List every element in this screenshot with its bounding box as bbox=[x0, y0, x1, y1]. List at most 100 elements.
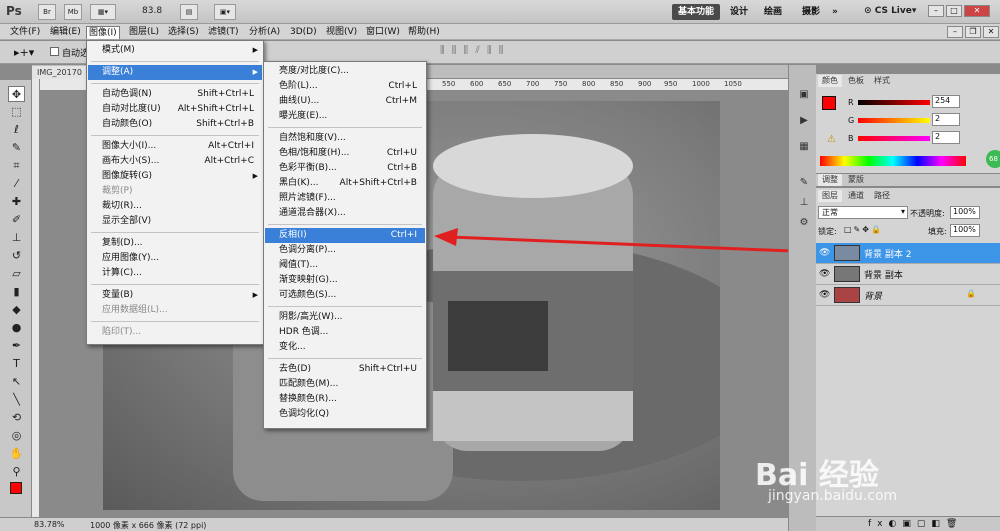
move-tool-preset-icon[interactable]: ▸+▾ bbox=[14, 46, 34, 59]
menu-item[interactable]: 替换颜色(R)... bbox=[265, 392, 425, 407]
move-tool-icon[interactable]: ✥ bbox=[8, 86, 25, 102]
menu-layer[interactable]: 图层(L) bbox=[127, 26, 161, 39]
g-slider[interactable] bbox=[858, 118, 930, 123]
doc-close-icon[interactable]: ✕ bbox=[983, 26, 999, 38]
menu-file[interactable]: 文件(F) bbox=[8, 26, 42, 39]
marquee-tool-icon[interactable]: ⬚ bbox=[8, 104, 25, 120]
pen-tool-icon[interactable]: ✒ bbox=[8, 338, 25, 354]
gradient-tool-icon[interactable]: ▮ bbox=[8, 284, 25, 300]
menu-item[interactable]: 阈值(T)... bbox=[265, 258, 425, 273]
layer-row[interactable]: 👁 背景 副本 bbox=[816, 264, 1000, 285]
workspace-painting[interactable]: 绘画 bbox=[758, 4, 788, 20]
status-zoom[interactable]: 83.78% bbox=[34, 520, 65, 529]
menu-item[interactable]: 反相(I) Ctrl+I bbox=[265, 228, 425, 243]
menu-select[interactable]: 选择(S) bbox=[166, 26, 201, 39]
menu-item[interactable]: 模式(M) ▶ bbox=[88, 43, 262, 58]
menu-item[interactable]: 计算(C)... bbox=[88, 266, 262, 281]
doc-minimize-icon[interactable]: – bbox=[947, 26, 963, 38]
layers-footer-buttons[interactable]: fx◐▣▢◧🗑 bbox=[816, 516, 1000, 531]
eyedropper-tool-icon[interactable]: ⁄ bbox=[8, 176, 25, 192]
3d-rotate-tool-icon[interactable]: ⟲ bbox=[8, 410, 25, 426]
menu-analysis[interactable]: 分析(A) bbox=[247, 26, 282, 39]
brush-tool-icon[interactable]: ✐ bbox=[8, 212, 25, 228]
g-input[interactable]: 2 bbox=[932, 113, 960, 126]
fill-input[interactable]: 100% bbox=[950, 224, 980, 237]
r-input[interactable]: 254 bbox=[932, 95, 960, 108]
menu-item[interactable]: 通道混合器(X)... bbox=[265, 206, 425, 221]
shape-tool-icon[interactable]: ╲ bbox=[8, 392, 25, 408]
align-buttons[interactable]: ⫼ ⫼ ⫼ ⫽ ⫼ ⫼ bbox=[440, 45, 505, 56]
bridge-button[interactable]: Br bbox=[38, 4, 56, 20]
menu-item[interactable]: 阴影/高光(W)... bbox=[265, 310, 425, 325]
quick-select-tool-icon[interactable]: ✎ bbox=[8, 140, 25, 156]
arrange-documents-icon[interactable]: ▤ bbox=[180, 4, 198, 20]
tab-channels[interactable]: 通道 bbox=[844, 190, 868, 202]
auto-select-checkbox[interactable] bbox=[50, 47, 59, 56]
maximize-icon[interactable]: □ bbox=[946, 5, 962, 17]
menu-item[interactable]: 裁切(R)... bbox=[88, 199, 262, 214]
menu-item[interactable]: 自然饱和度(V)... bbox=[265, 131, 425, 146]
doc-restore-icon[interactable]: ❐ bbox=[965, 26, 981, 38]
menu-item[interactable]: 画布大小(S)... Alt+Ctrl+C bbox=[88, 154, 262, 169]
eye-icon[interactable]: 👁 bbox=[819, 290, 830, 300]
layer-row[interactable]: 👁 背景 🔒 bbox=[816, 285, 1000, 306]
workspace-design[interactable]: 设计 bbox=[724, 4, 754, 20]
eraser-tool-icon[interactable]: ▱ bbox=[8, 266, 25, 282]
tool-presets-icon[interactable]: ⚙ bbox=[796, 216, 812, 230]
menu-item[interactable]: 复制(D)... bbox=[88, 236, 262, 251]
menu-item[interactable]: 色调均化(Q) bbox=[265, 407, 425, 422]
menu-item[interactable]: 自动对比度(U) Alt+Shift+Ctrl+L bbox=[88, 102, 262, 117]
blur-tool-icon[interactable]: ◆ bbox=[8, 302, 25, 318]
zoom-tool-icon[interactable]: ⚲ bbox=[8, 464, 25, 480]
tab-color[interactable]: 颜色 bbox=[818, 75, 842, 87]
opacity-input[interactable]: 100% bbox=[950, 206, 980, 219]
history-panel-icon[interactable]: ▣ bbox=[796, 88, 812, 102]
lasso-tool-icon[interactable]: ℓ bbox=[8, 122, 25, 138]
minimize-icon[interactable]: – bbox=[928, 5, 944, 17]
menu-item[interactable]: 图像大小(I)... Alt+Ctrl+I bbox=[88, 139, 262, 154]
menu-view[interactable]: 视图(V) bbox=[324, 26, 359, 39]
blend-mode-select[interactable]: 正常 ▾ bbox=[818, 206, 908, 219]
layer-row[interactable]: 👁 背景 副本 2 bbox=[816, 243, 1000, 264]
brush-panel-icon[interactable]: ✎ bbox=[796, 176, 812, 190]
b-input[interactable]: 2 bbox=[932, 131, 960, 144]
b-slider[interactable] bbox=[858, 136, 930, 141]
menu-item[interactable]: 自动颜色(O) Shift+Ctrl+B bbox=[88, 117, 262, 132]
healing-brush-tool-icon[interactable]: ✚ bbox=[8, 194, 25, 210]
menu-item[interactable]: 亮度/对比度(C)... bbox=[265, 64, 425, 79]
menu-item[interactable]: 色彩平衡(B)... Ctrl+B bbox=[265, 161, 425, 176]
layer-name[interactable]: 背景 bbox=[864, 289, 882, 302]
info-panel-icon[interactable]: ▦ bbox=[796, 140, 812, 154]
workspace-essentials[interactable]: 基本功能 bbox=[672, 4, 721, 20]
workspace-more[interactable]: » bbox=[826, 4, 844, 20]
view-extras-button[interactable]: ▦▾ bbox=[90, 4, 116, 20]
mini-bridge-button[interactable]: Mb bbox=[64, 4, 82, 20]
menu-help[interactable]: 帮助(H) bbox=[406, 26, 442, 39]
tab-masks[interactable]: 蒙版 bbox=[844, 174, 868, 186]
hand-tool-icon[interactable]: ✋ bbox=[8, 446, 25, 462]
menu-item[interactable]: 色调分离(P)... bbox=[265, 243, 425, 258]
menu-item[interactable]: 渐变映射(G)... bbox=[265, 273, 425, 288]
menu-item[interactable]: 显示全部(V) bbox=[88, 214, 262, 229]
type-tool-icon[interactable]: T bbox=[8, 356, 25, 372]
eye-icon[interactable]: 👁 bbox=[819, 248, 830, 258]
menu-item[interactable]: 曝光度(E)... bbox=[265, 109, 425, 124]
crop-tool-icon[interactable]: ⌗ bbox=[8, 158, 25, 174]
menu-filter[interactable]: 滤镜(T) bbox=[206, 26, 241, 39]
lock-icons[interactable]: □✎✥🔒 bbox=[844, 225, 883, 234]
actions-panel-icon[interactable]: ▶ bbox=[796, 114, 812, 128]
document-tab[interactable]: IMG_20170 bbox=[32, 66, 92, 79]
menu-item[interactable]: 变化... bbox=[265, 340, 425, 355]
eye-icon[interactable]: 👁 bbox=[819, 269, 830, 279]
menu-item[interactable]: 变量(B) ▶ bbox=[88, 288, 262, 303]
zoom-level[interactable]: 83.8 bbox=[142, 6, 162, 16]
menu-item[interactable]: 黑白(K)... Alt+Shift+Ctrl+B bbox=[265, 176, 425, 191]
menu-item[interactable]: 色相/饱和度(H)... Ctrl+U bbox=[265, 146, 425, 161]
menu-image[interactable]: 图像(I) bbox=[86, 26, 120, 39]
history-brush-tool-icon[interactable]: ↺ bbox=[8, 248, 25, 264]
layer-name[interactable]: 背景 副本 2 bbox=[864, 247, 911, 260]
menu-window[interactable]: 窗口(W) bbox=[364, 26, 402, 39]
tab-paths[interactable]: 路径 bbox=[870, 190, 894, 202]
menu-item[interactable]: 调整(A) ▶ bbox=[88, 65, 262, 80]
gamut-warning-icon[interactable]: ⚠ bbox=[827, 134, 836, 145]
